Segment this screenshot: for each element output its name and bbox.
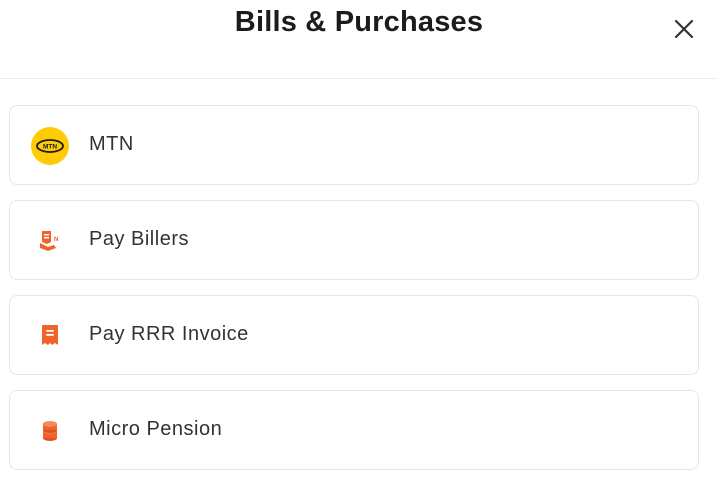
option-micro-pension[interactable]: Micro Pension [9,390,699,470]
modal-header: Bills & Purchases [0,0,718,79]
option-label: Pay RRR Invoice [89,323,249,345]
option-label: Pay Billers [89,228,189,250]
invoice-icon [30,316,70,356]
modal-title: Bills & Purchases [234,6,484,38]
option-label: Micro Pension [89,418,223,440]
coins-icon [30,411,70,451]
option-mtn[interactable]: MTN MTN [9,105,699,185]
close-icon [674,19,694,39]
svg-text:N: N [54,237,58,243]
option-label: MTN [89,133,134,155]
option-pay-billers[interactable]: N Pay Billers [9,200,699,280]
close-button[interactable] [670,15,698,43]
options-list: MTN MTN N Pay Billers Pay RRR Invoice Mi… [9,105,699,485]
mtn-logo-icon: MTN [30,126,70,166]
svg-text:MTN: MTN [43,144,57,151]
receipt-hand-icon: N [30,221,70,261]
option-pay-rrr-invoice[interactable]: Pay RRR Invoice [9,295,699,375]
